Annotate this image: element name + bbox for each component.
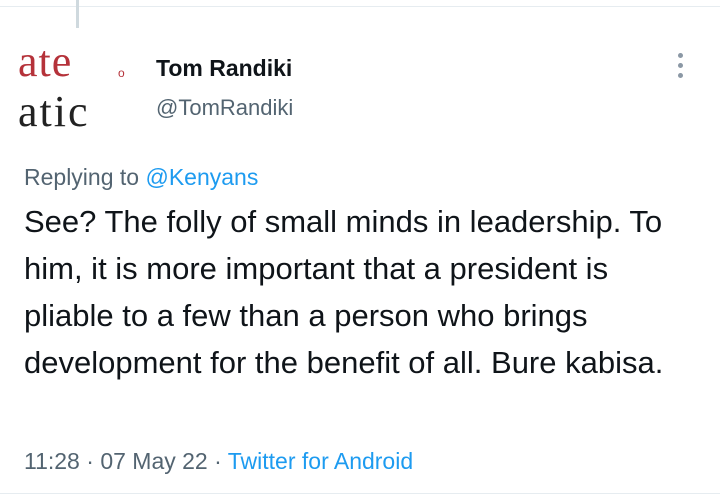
- avatar[interactable]: ate o atic: [18, 38, 140, 138]
- avatar-logo-dot: o: [118, 66, 125, 80]
- tweet-metadata: 11:28 · 07 May 22 · Twitter for Android: [24, 448, 413, 475]
- avatar-logo-text-top: ate: [18, 38, 73, 86]
- replying-to-prefix: Replying to: [24, 164, 140, 190]
- replying-to-mention-link[interactable]: @Kenyans: [145, 164, 258, 190]
- more-options-button[interactable]: [664, 48, 696, 82]
- more-vertical-icon-dot: [677, 72, 683, 78]
- more-vertical-icon: [677, 52, 683, 58]
- top-divider: [0, 6, 720, 7]
- replying-to-line: Replying to @Kenyans: [24, 164, 258, 191]
- user-handle[interactable]: @TomRandiki: [156, 95, 293, 121]
- meta-separator: ·: [214, 448, 222, 474]
- display-name[interactable]: Tom Randiki: [156, 55, 292, 82]
- tweet-text: See? The folly of small minds in leaders…: [24, 204, 664, 380]
- avatar-logo-text-bottom: atic: [18, 87, 90, 136]
- tweet-source-link[interactable]: Twitter for Android: [228, 448, 413, 474]
- thread-connector-line: [76, 0, 79, 28]
- bottom-divider: [0, 493, 720, 494]
- more-vertical-icon-dot: [677, 62, 683, 68]
- tweet-time[interactable]: 11:28: [24, 448, 80, 474]
- meta-separator: ·: [86, 448, 94, 474]
- tweet-date[interactable]: 07 May 22: [100, 448, 207, 474]
